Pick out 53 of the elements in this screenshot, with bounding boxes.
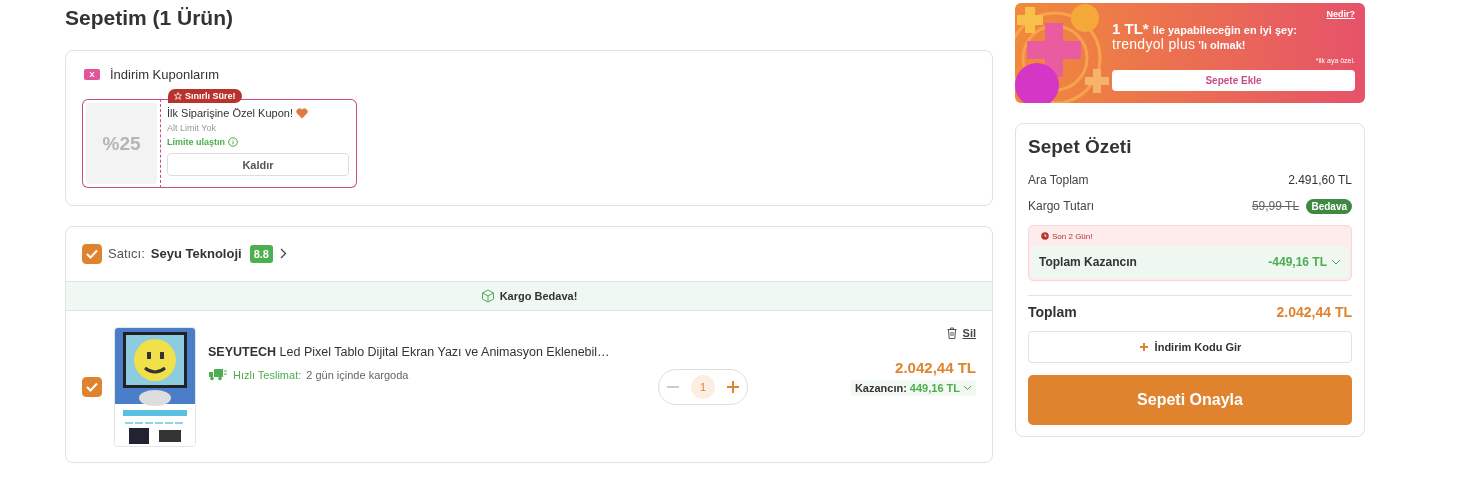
free-badge: Bedava [1306, 199, 1352, 214]
info-link[interactable]: Nedir? [1326, 9, 1355, 19]
box-icon [480, 288, 495, 303]
coupon-title: İlk Siparişine Özel Kupon! [167, 107, 293, 119]
promo-price: 1 TL* [1112, 20, 1149, 37]
plus-icon [727, 380, 740, 393]
discount-value: %25 [86, 103, 157, 184]
heart-icon [295, 107, 308, 119]
quantity-value: 1 [691, 374, 715, 399]
chevron-right-icon[interactable] [278, 248, 287, 260]
clock-icon [1041, 232, 1049, 240]
limited-time-badge: Sınırlı Süre! [168, 89, 242, 103]
total-label: Toplam [1028, 304, 1077, 320]
status-text: Limite ulaştın [167, 137, 225, 147]
seller-label: Satıcı: [108, 246, 145, 262]
summary-label: Kargo Tutarı [1028, 199, 1095, 213]
coupon-icon [84, 69, 100, 80]
checkbox[interactable] [82, 243, 102, 264]
free-shipping-text: Kargo Bedava! [499, 289, 578, 302]
checkbox[interactable] [82, 376, 102, 397]
truck-icon [208, 368, 228, 382]
promo-headline: ile yapabileceğin en iyi şey: [1152, 24, 1297, 36]
seller-rating: 8.8 [249, 244, 273, 263]
page-title: Sepetim (1 Ürün) [65, 5, 234, 31]
trash-icon[interactable] [946, 327, 957, 340]
product-price: 2.042,44 TL [895, 359, 976, 377]
savings-pill[interactable]: Kazancın: 449,16 TL [850, 380, 976, 397]
summary-title: Sepet Özeti [1028, 136, 1133, 158]
summary-value: 2.491,60 TL [1288, 173, 1352, 187]
deadline-text: Son 2 Gün! [1052, 231, 1093, 241]
delivery-text: 2 gün içinde kargoda [306, 368, 409, 381]
summary-label: Ara Toplam [1028, 173, 1089, 187]
add-to-cart-button[interactable]: Sepete Ekle [1112, 70, 1355, 91]
chevron-down-icon [1331, 259, 1341, 265]
discount-code-button[interactable]: İndirim Kodu Gir [1028, 331, 1352, 363]
chevron-down-icon [963, 385, 972, 392]
seller-name[interactable]: Seyu Teknoloji [150, 246, 242, 262]
minus-icon [666, 385, 679, 388]
checkmark-icon [86, 248, 98, 259]
min-limit-text: Alt Limit Yok [167, 123, 218, 133]
promo-text: 'lı olmak! [1198, 39, 1246, 51]
remove-button[interactable]: Kaldır [167, 153, 349, 176]
brand-logo: trendyol plus [1112, 36, 1196, 52]
product-title[interactable]: SEYUTECH Led Pixel Tablo Dijital Ekran Yazı ve Animasyon Eklenebil… [208, 345, 648, 360]
delivery-label: Hızlı Teslimat: [233, 368, 302, 381]
delete-link[interactable]: Sil [962, 327, 976, 340]
section-title: İndirim Kuponlarım [110, 67, 220, 82]
checkmark-icon [86, 381, 98, 392]
info-icon [228, 137, 238, 147]
total-value: 2.042,44 TL [1276, 304, 1352, 320]
old-price: 59,99 TL [1251, 199, 1300, 213]
total-savings-row[interactable]: Toplam Kazancın -449,16 TL [1031, 246, 1349, 278]
plus-icon [1138, 342, 1149, 352]
